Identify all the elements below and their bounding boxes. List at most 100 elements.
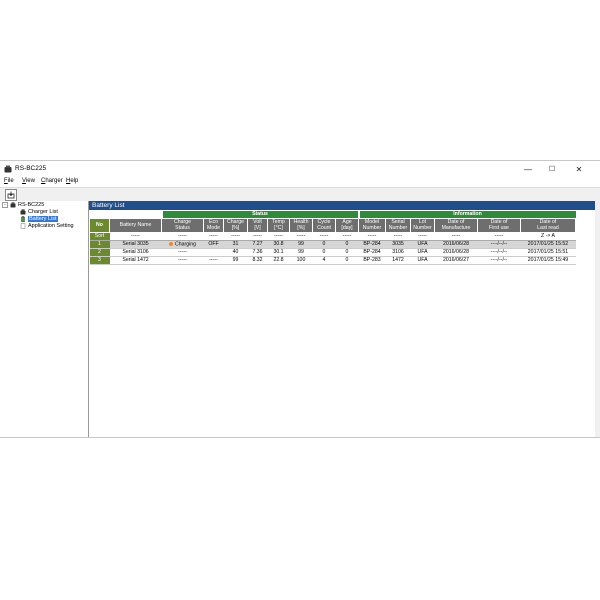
col-label: [%] (231, 224, 240, 231)
cell-health: 99 (289, 240, 313, 249)
cell-age: 0 (335, 248, 359, 257)
col-eco-mode[interactable]: Eco Mode (203, 218, 224, 233)
menu-help[interactable]: Help (66, 178, 78, 184)
tree-item-charger-list[interactable]: Charger List (20, 209, 58, 215)
cell-battery-name: Serial 3035 (109, 240, 162, 249)
col-label: Number (413, 224, 432, 231)
col-label: Count (317, 224, 331, 231)
group-information: Information (357, 211, 576, 219)
panel-title: Battery List (89, 201, 595, 210)
cell-volt: 7.27 (247, 240, 268, 249)
cell-eco-mode (203, 248, 224, 257)
col-serial-number[interactable]: Serial Number (385, 218, 411, 233)
menu-charger[interactable]: Charger (41, 178, 63, 184)
menu-charger-label: harger (45, 178, 63, 184)
sort-cell[interactable]: ----- (109, 232, 162, 241)
col-age[interactable]: Age [day] (335, 218, 359, 233)
sort-cell[interactable]: ----- (434, 232, 478, 241)
col-charge-status[interactable]: Charge Status (161, 218, 204, 233)
sort-cell[interactable]: ----- (223, 232, 248, 241)
sort-cell[interactable]: ----- (312, 232, 336, 241)
charging-status-icon (168, 241, 173, 246)
tree-item-application-setting[interactable]: Application Setting (20, 223, 74, 229)
tree-item-battery-list[interactable]: Battery List (20, 216, 58, 222)
cell-date-of-last-read: 2017/01/25 15:51 (520, 248, 576, 257)
maximize-button[interactable]: ☐ (540, 161, 564, 177)
table-row[interactable]: 2 Serial 3106 ----- 40 7.36 30.1 99 0 0 BP-284 310… (89, 248, 576, 257)
title-bar[interactable]: RS-BC225 — ☐ ✕ (0, 161, 600, 177)
cell-age: 0 (335, 240, 359, 249)
col-label: Manufacture (441, 224, 471, 231)
app-window: RS-BC225 — ☐ ✕ File View Charger Help - (0, 160, 600, 438)
sort-cell[interactable]: ----- (410, 232, 435, 241)
menu-file[interactable]: File (4, 178, 14, 184)
cell-age: 0 (335, 256, 359, 265)
col-date-of-first-use[interactable]: Date of First use (477, 218, 521, 233)
sort-cell[interactable]: ----- (247, 232, 268, 241)
sort-cell[interactable]: ----- (385, 232, 411, 241)
menu-bar: File View Charger Help (0, 177, 600, 187)
cell-charge: 31 (223, 240, 248, 249)
col-date-of-manufacture[interactable]: Date of Manufacture (434, 218, 478, 233)
tree-item-label: Battery List (28, 216, 58, 222)
cell-model-number: BP-283 (358, 256, 386, 265)
cell-model-number: BP-284 (358, 248, 386, 257)
cell-date-of-first-use: ----/--/-- (477, 248, 521, 257)
menu-help-label: elp (70, 178, 79, 184)
sort-cell[interactable]: ----- (477, 232, 521, 241)
cell-date-of-manufacture: 2016/06/28 (434, 248, 478, 257)
sort-cell[interactable]: ----- (203, 232, 224, 241)
cell-date-of-manufacture: 2016/06/27 (434, 256, 478, 265)
table-row[interactable]: 3 Serial 1472 ----- ----- 99 8.32 22.8 100 4 0 BP-… (89, 256, 576, 265)
cell-health: 99 (289, 248, 313, 257)
sort-cell[interactable]: ----- (267, 232, 290, 241)
group-status: Status (160, 211, 359, 219)
close-button[interactable]: ✕ (564, 161, 594, 177)
cell-serial-number: 3035 (385, 240, 411, 249)
cell-temp: 30.8 (267, 240, 290, 249)
cell-lot-number: UFA (410, 248, 435, 257)
sort-cell[interactable]: ----- (358, 232, 386, 241)
col-no[interactable]: No (89, 218, 110, 233)
col-health[interactable]: Health [%] (289, 218, 313, 233)
minimize-button[interactable]: — (516, 161, 540, 177)
menu-view[interactable]: View (22, 178, 35, 184)
sort-label: Sort (89, 232, 110, 241)
vertical-scrollbar[interactable] (595, 201, 600, 437)
col-temp[interactable]: Temp [°C] (267, 218, 290, 233)
table-row[interactable]: 1 Serial 3035 Charging OFF 31 7.27 30.8 99 0 0 BP-… (89, 240, 576, 249)
sort-cell[interactable]: ----- (335, 232, 359, 241)
row-number: 3 (89, 256, 110, 265)
menu-view-label: iew (25, 178, 35, 184)
col-label: [V] (254, 224, 261, 231)
sort-cell-last-read[interactable]: Z -> A (520, 232, 576, 241)
col-label: Mode (207, 224, 220, 231)
cell-charge: 99 (223, 256, 248, 265)
col-label: Last read (537, 224, 559, 231)
col-lot-number[interactable]: Lot Number (410, 218, 435, 233)
battery-table: Status Information No Battery Name Charg… (89, 211, 576, 265)
col-label: Number (362, 224, 382, 231)
col-label: Number (388, 224, 408, 231)
collapse-icon[interactable]: - (2, 202, 8, 208)
cell-lot-number: UFA (410, 256, 435, 265)
col-label: [°C] (274, 224, 283, 231)
col-cycle-count[interactable]: Cycle Count (312, 218, 336, 233)
col-battery-name[interactable]: Battery Name (109, 218, 162, 233)
col-date-of-last-read[interactable]: Date of Last read (520, 218, 576, 233)
column-header-row: No Battery Name Charge Status Eco Mode Cha… (89, 218, 576, 233)
sort-cell[interactable]: ----- (289, 232, 313, 241)
tree-root[interactable]: - RS-BC225 (2, 202, 44, 208)
cell-date-of-first-use: ----/--/-- (477, 240, 521, 249)
group-spacer (89, 211, 162, 219)
col-charge[interactable]: Charge [%] (223, 218, 248, 233)
col-volt[interactable]: Volt [V] (247, 218, 268, 233)
cell-temp: 30.1 (267, 248, 290, 257)
import-icon (7, 191, 15, 199)
cell-date-of-last-read: 2017/01/25 15:49 (520, 256, 576, 265)
menu-file-label: ile (7, 178, 14, 184)
refresh-toolbar-button[interactable] (5, 189, 17, 201)
col-model-number[interactable]: Model Number (358, 218, 386, 233)
maximize-icon: ☐ (548, 166, 556, 173)
sort-cell[interactable]: ----- (161, 232, 204, 241)
